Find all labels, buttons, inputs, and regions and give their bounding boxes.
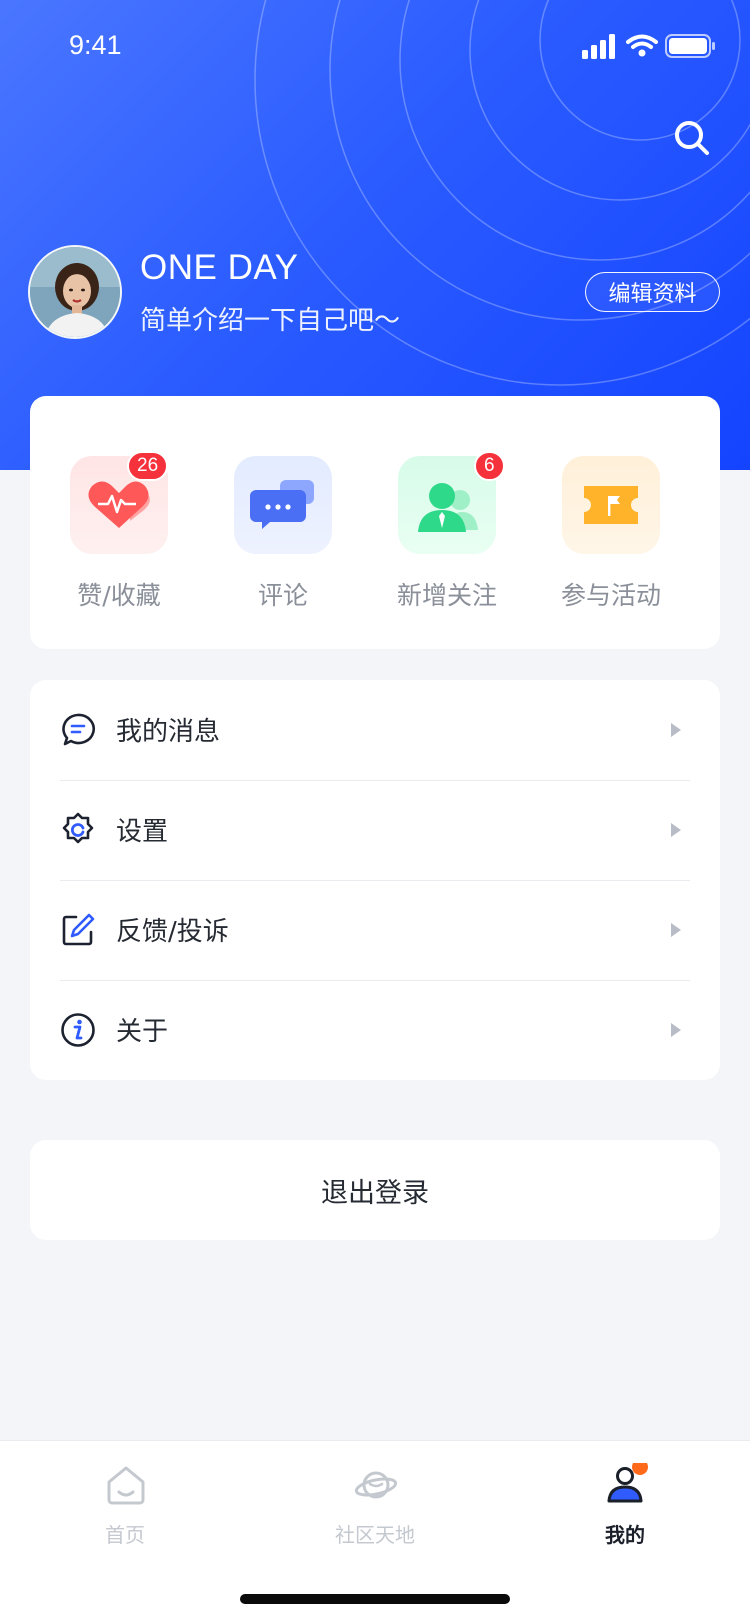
stats-card: 26 赞/收藏 评论 6 新增关注 参与活动 [30, 396, 720, 649]
edit-icon [62, 913, 95, 946]
menu-item-settings[interactable]: 设置 [30, 780, 720, 880]
avatar[interactable] [28, 245, 122, 339]
tab-home[interactable]: 首页 [0, 1441, 250, 1561]
tab-community[interactable]: 社区天地 [250, 1441, 500, 1561]
tab-mine[interactable]: 我的 [500, 1441, 750, 1561]
menu-item-messages[interactable]: 我的消息 [30, 680, 720, 780]
status-time: 9:41 [69, 30, 122, 60]
menu-label: 反馈/投诉 [116, 917, 229, 947]
menu-item-about[interactable]: 关于 [30, 980, 720, 1080]
stat-likes-favorites[interactable]: 26 赞/收藏 [49, 451, 189, 616]
chat-bubble-icon [234, 456, 332, 554]
planet-icon [354, 1471, 398, 1499]
search-icon[interactable] [672, 118, 712, 158]
status-icons [582, 34, 715, 59]
tab-label: 首页 [105, 1523, 145, 1547]
user-icon [607, 1463, 648, 1503]
wifi-icon [626, 34, 658, 57]
stat-label: 参与活动 [560, 581, 661, 610]
menu-label: 设置 [116, 817, 169, 847]
battery-icon [665, 34, 715, 58]
profile-screen: 9:41 ONE DAY 简单介绍一下自己吧～ 编辑资料 26 赞/收藏 评论 … [0, 0, 750, 1624]
stat-activities[interactable]: 参与活动 [541, 456, 681, 616]
bio-text: 简单介绍一下自己吧～ [140, 306, 401, 336]
chevron-right-icon [671, 823, 681, 837]
message-icon [62, 713, 95, 746]
logout-button[interactable]: 退出登录 [30, 1140, 720, 1240]
stat-label: 赞/收藏 [77, 581, 161, 610]
home-icon [107, 1466, 145, 1505]
menu-label: 关于 [116, 1017, 169, 1047]
menu-item-feedback[interactable]: 反馈/投诉 [30, 880, 720, 980]
notification-dot [632, 1463, 648, 1475]
avatar-image [30, 247, 120, 337]
home-indicator [240, 1594, 510, 1604]
menu-label: 我的消息 [116, 717, 221, 747]
info-icon [61, 1013, 95, 1047]
menu-list: 我的消息 设置 反馈/投诉 关于 [30, 680, 720, 1080]
stat-label: 评论 [257, 581, 308, 610]
followers-badge: 6 [474, 451, 505, 481]
edit-profile-button[interactable]: 编辑资料 [585, 272, 720, 312]
username: ONE DAY [140, 248, 299, 287]
stat-label: 新增关注 [396, 581, 497, 610]
status-bar: 9:41 [0, 0, 750, 96]
ticket-flag-icon [562, 456, 660, 554]
gear-icon [62, 812, 94, 844]
chevron-right-icon [671, 923, 681, 937]
likes-badge: 26 [127, 451, 169, 481]
stat-comments[interactable]: 评论 [213, 456, 353, 616]
chevron-right-icon [671, 723, 681, 737]
chevron-right-icon [671, 1023, 681, 1037]
tab-label: 社区天地 [335, 1523, 415, 1547]
tab-label: 我的 [605, 1523, 645, 1547]
signal-icon [582, 34, 615, 59]
stat-new-followers[interactable]: 6 新增关注 [377, 451, 517, 616]
